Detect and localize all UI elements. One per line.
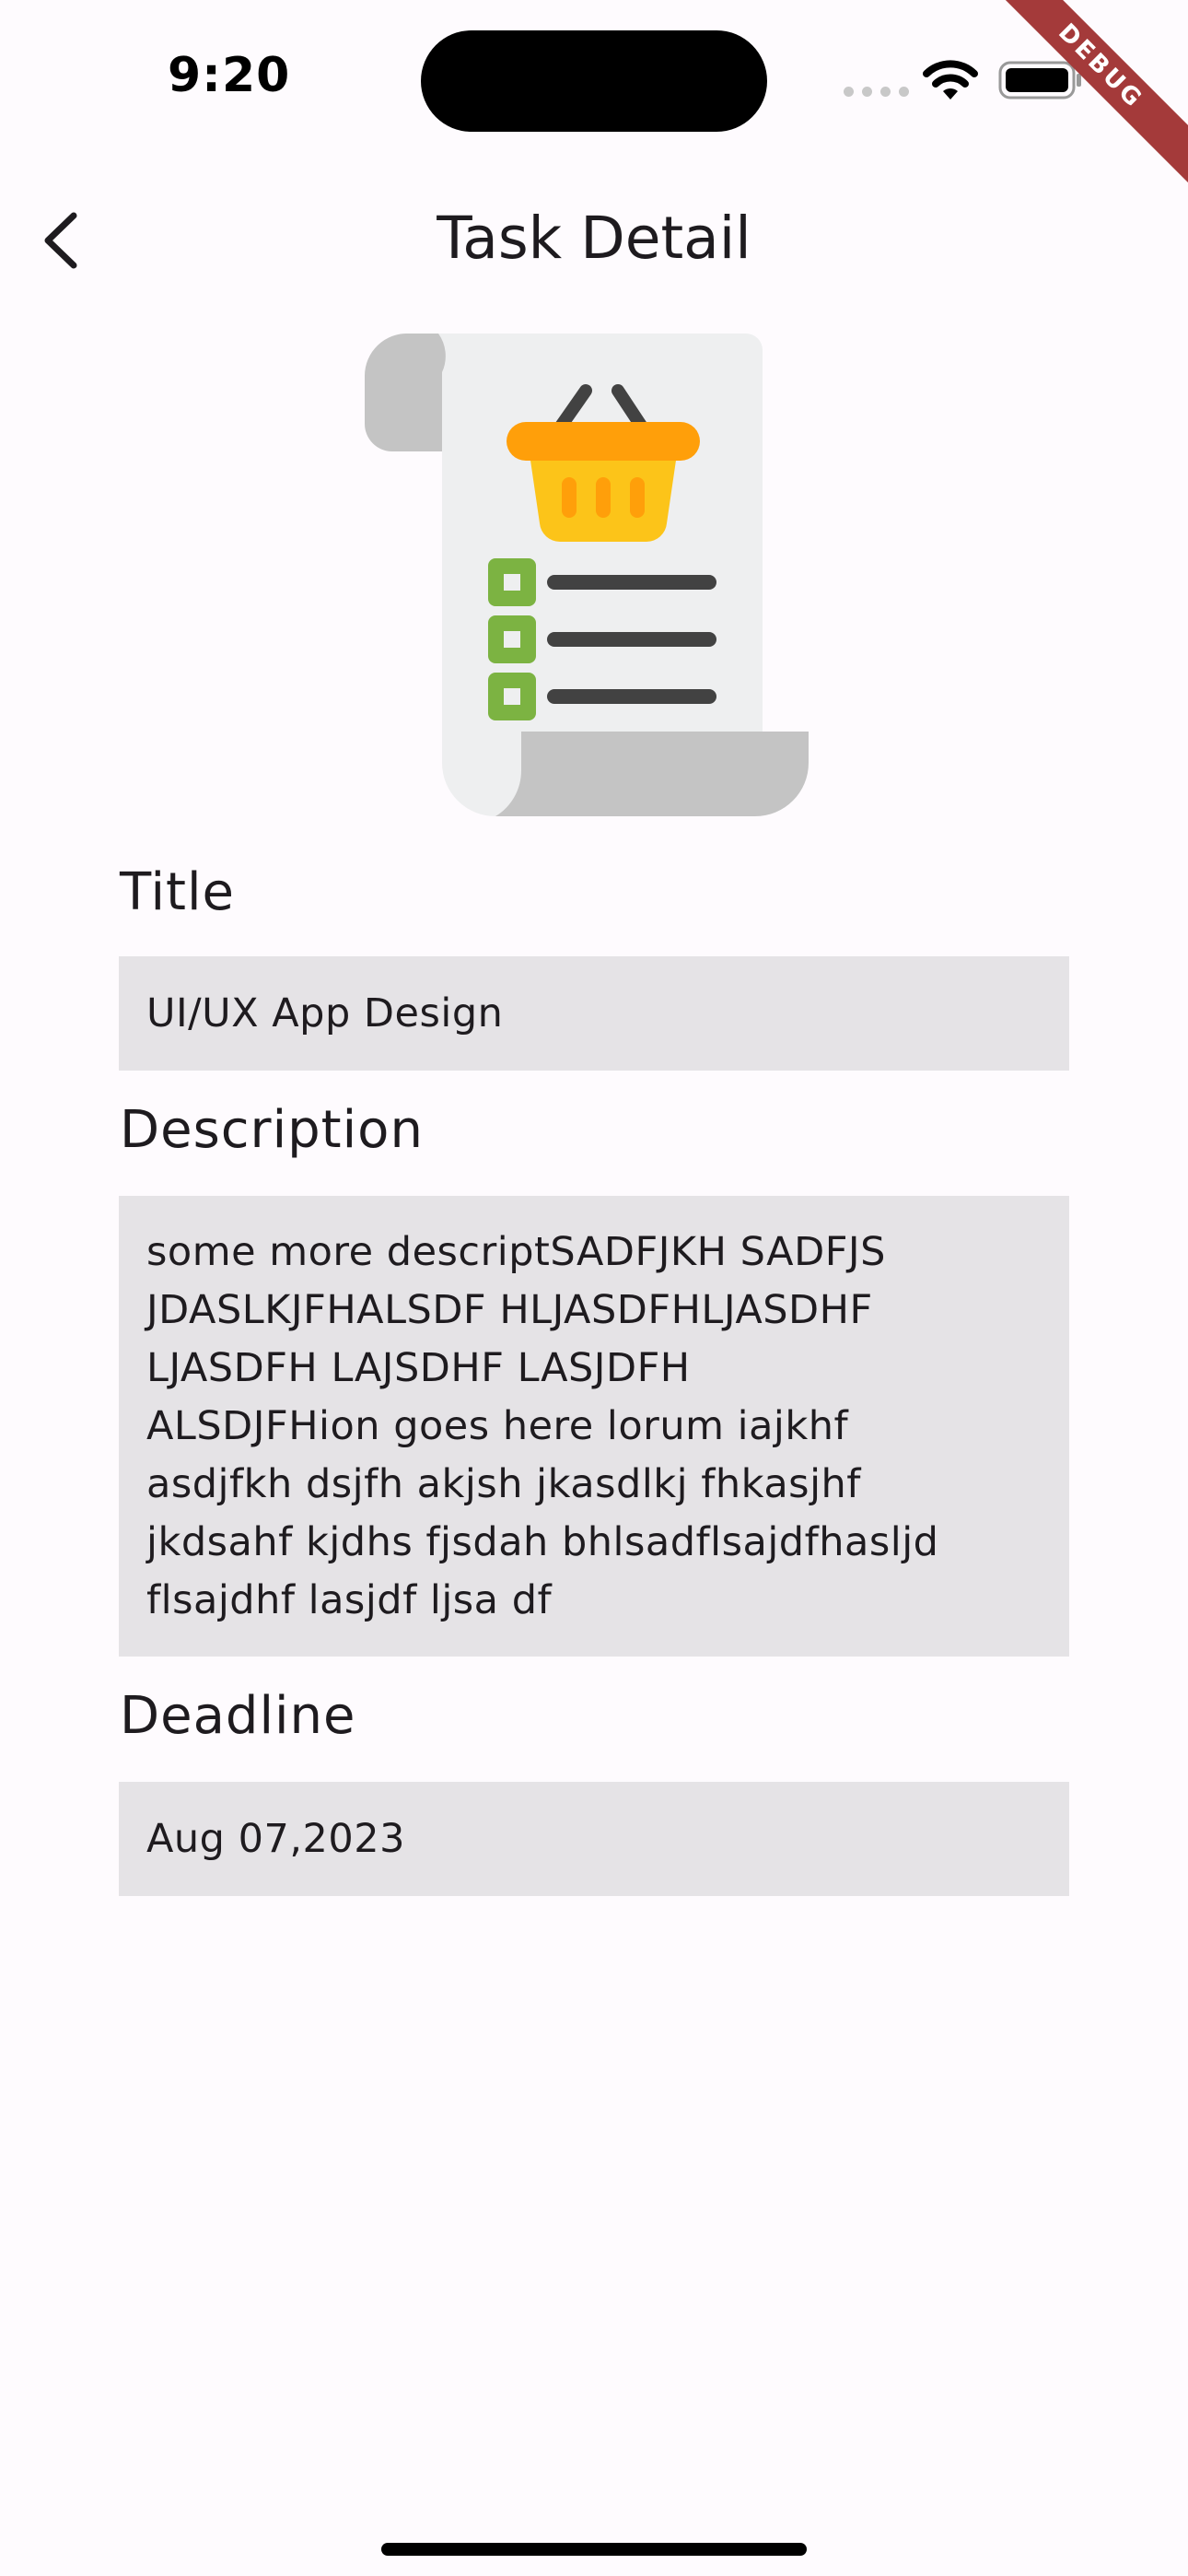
description-field[interactable]: some more descriptSADFJKH SADFJS JDASLKJ… — [119, 1196, 1069, 1657]
home-indicator[interactable] — [381, 2543, 807, 2556]
dynamic-island — [421, 30, 767, 132]
cellular-signal-icon — [844, 87, 909, 97]
status-time: 9:20 — [168, 48, 291, 103]
title-label: Title — [120, 862, 236, 922]
battery-icon — [998, 61, 1081, 100]
deadline-label: Deadline — [120, 1686, 356, 1746]
page-title: Task Detail — [437, 205, 751, 272]
deadline-field[interactable]: Aug 07,2023 — [119, 1782, 1069, 1896]
debug-banner: DEBUG — [962, 0, 1188, 205]
description-label: Description — [120, 1100, 424, 1160]
shopping-list-scroll-icon — [365, 333, 809, 816]
title-field[interactable]: UI/UX App Design — [119, 956, 1069, 1071]
wifi-icon — [923, 60, 978, 100]
